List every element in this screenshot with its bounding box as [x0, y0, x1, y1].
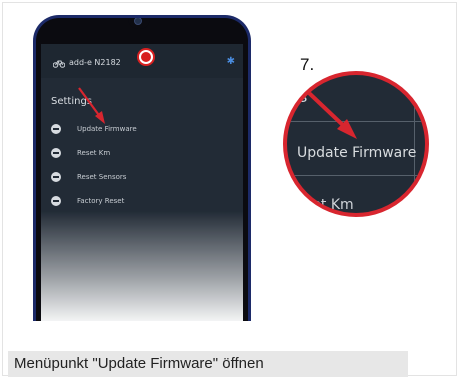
zoom-arrow-icon [307, 91, 357, 139]
screen-fade-overlay [41, 211, 243, 321]
phone-notch [128, 18, 150, 29]
caption-text: Menüpunkt "Update Firmware" öffnen [14, 355, 264, 372]
zoom-magnifier: s Update Firmware set Km [283, 71, 429, 217]
step-number: 7. [300, 55, 315, 74]
phone-frame: add-e N2182 ✱ Settings Update Firmware R… [33, 15, 251, 321]
caption-bar: Menüpunkt "Update Firmware" öffnen [8, 351, 408, 377]
tutorial-card: add-e N2182 ✱ Settings Update Firmware R… [2, 2, 457, 377]
camera-icon [134, 18, 142, 25]
app-screen: add-e N2182 ✱ Settings Update Firmware R… [41, 44, 243, 321]
